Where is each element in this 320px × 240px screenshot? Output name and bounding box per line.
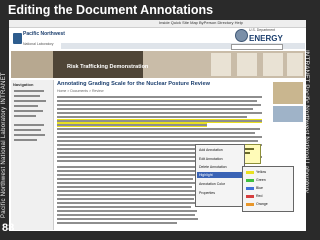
color-swatch [246,187,254,190]
text-line [57,166,197,168]
text-line [57,124,207,126]
menu-item[interactable]: Edit Annotation [199,157,223,161]
text-line [57,112,262,114]
nav-link[interactable] [14,115,36,117]
nav-heading: Navigation [13,82,34,87]
submenu-item[interactable]: Orange [256,202,268,206]
text-line [57,116,247,118]
nav-link[interactable] [14,124,44,126]
text-line [57,190,198,192]
color-swatch [246,195,254,198]
text-line [57,108,253,110]
text-line [57,186,192,188]
breadcrumb[interactable]: Home > Documents > Review [57,89,104,93]
text-line [57,174,199,176]
nav-link[interactable] [14,105,38,107]
left-nav: Navigation [11,80,54,230]
menu-item[interactable]: Annotation Color [199,182,225,186]
top-links-bar: Inside Quick Site Map ByPerson Directory… [9,20,306,28]
color-swatch [246,203,254,206]
document-title: Annotating Grading Scale for the Nuclear… [57,81,210,87]
text-line [57,194,196,196]
text-line [57,104,261,106]
nav-link[interactable] [14,139,37,141]
submenu-item[interactable]: Yellow [256,170,266,174]
nav-link[interactable] [14,134,45,136]
text-line [57,136,262,138]
text-line [57,120,262,122]
sidebar-image [273,82,303,104]
menu-item[interactable]: Add Annotation [199,148,223,152]
text-line [57,96,262,98]
submenu-item[interactable]: Red [256,194,262,198]
search-input[interactable] [231,44,283,50]
bottom-band [0,231,320,240]
doe-seal-icon [235,29,248,42]
org-sub: National Laboratory [23,42,54,46]
text-line [57,170,195,172]
text-line [57,206,191,208]
banner-text: Risk Trafficking Demonstration [67,64,149,70]
left-edge-band: Pacific Northwest National Laboratory IN… [0,20,9,240]
color-swatch [246,171,254,174]
text-line [57,128,260,130]
slide-title: Editing the Document Annotations [8,3,214,17]
slide-title-bar: Editing the Document Annotations [0,0,320,20]
text-line [57,222,177,224]
doe-line-1: U.S. Department [249,28,276,32]
pnnl-logo-mark [13,33,22,44]
left-edge-text: Pacific Northwest National Laboratory IN… [1,72,7,218]
text-line [57,214,195,216]
menu-item[interactable]: Delete Annotation [199,165,227,169]
right-edge-band: INTRANET Pacific Northwest National Labo… [303,20,320,240]
nav-link[interactable] [14,100,46,102]
text-line [57,198,194,200]
submenu-item[interactable]: Blue [256,186,263,190]
text-line [57,140,258,142]
menu-item[interactable]: Properties [199,191,215,195]
nav-link[interactable] [14,95,40,97]
text-line [57,182,197,184]
nav-link[interactable] [14,129,41,131]
text-line [57,100,257,102]
nav-link[interactable] [14,110,43,112]
text-line [57,178,193,180]
nav-link[interactable] [14,90,44,92]
doe-logo[interactable]: U.S. Department ENERGY [235,28,295,43]
text-line [57,132,255,134]
color-submenu: Yellow Green Blue Red Orange [242,166,294,212]
pnnl-logo[interactable]: Pacific Northwest National Laboratory [11,28,65,50]
annotation-context-menu: Add Annotation Edit Annotation Delete An… [195,144,245,207]
sidebar-image [273,106,303,122]
submenu-item[interactable]: Green [256,178,266,182]
text-line [57,218,198,220]
text-line [57,160,205,162]
menu-item[interactable]: Highlight [199,173,213,177]
search-bar [61,43,305,50]
doe-text: U.S. Department [249,28,275,32]
page-banner: Risk Trafficking Demonstration [11,51,305,78]
org-name: Pacific Northwest [23,31,65,37]
text-line [57,210,197,212]
text-line [57,202,199,204]
color-swatch [246,179,254,182]
doe-energy-word: ENERGY [249,34,283,43]
page-number: 88 [2,222,15,234]
top-links[interactable]: Inside Quick Site Map ByPerson Directory… [159,20,243,25]
